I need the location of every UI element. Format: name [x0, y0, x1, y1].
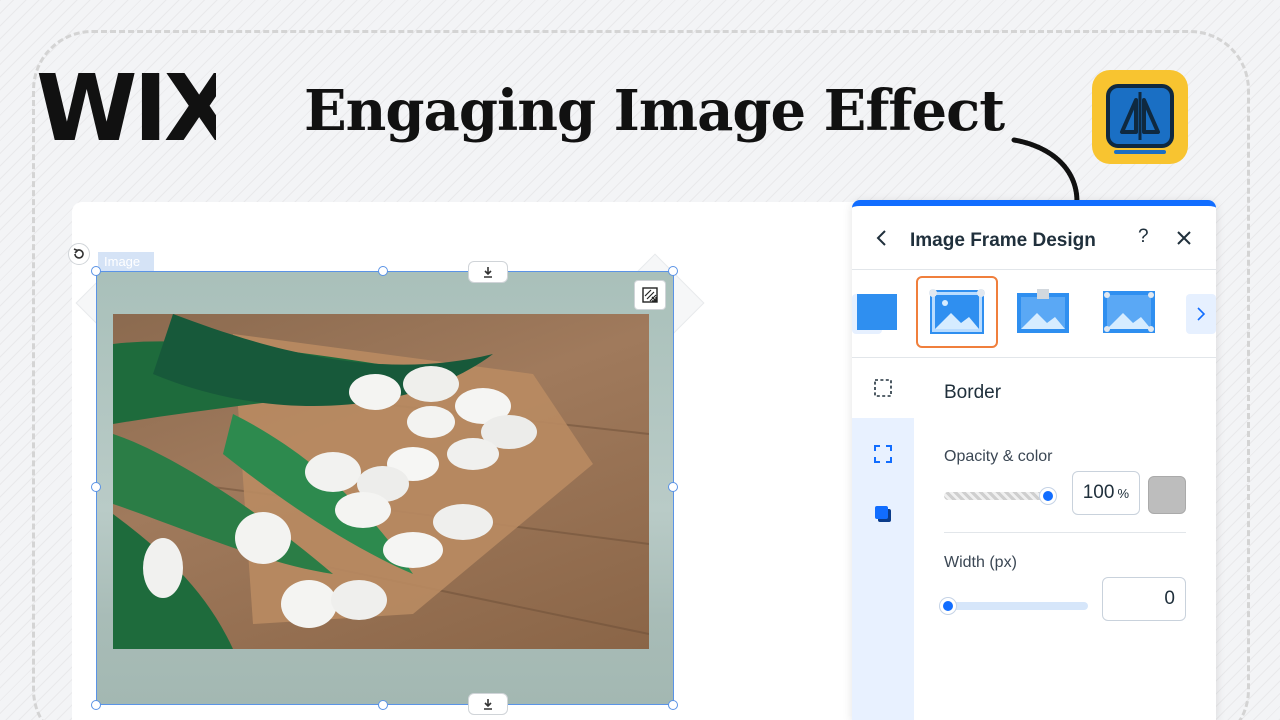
image-placeholder-icon: [857, 294, 897, 330]
rail-item-border-style[interactable]: [852, 358, 914, 418]
shadow-square-icon: [875, 506, 891, 522]
width-label: Width (px): [944, 554, 1017, 571]
download-icon: [484, 699, 492, 710]
border-section-title: Border: [944, 382, 1002, 403]
image-frame-design-panel: Image Frame Design ? Border Opacity & co…: [852, 200, 1216, 720]
crop-icon: [642, 287, 658, 303]
resize-handle-top-right[interactable]: [668, 266, 678, 276]
mirror-split-icon: [1092, 70, 1188, 164]
resize-handle-bottom[interactable]: [378, 700, 388, 710]
width-input[interactable]: 0: [1102, 577, 1186, 621]
opacity-slider[interactable]: [944, 492, 1048, 500]
rotate-icon: [73, 248, 84, 259]
opacity-unit: %: [1117, 485, 1129, 501]
close-icon[interactable]: [1176, 230, 1192, 246]
resize-handle-right[interactable]: [668, 482, 678, 492]
resize-handle-bottom-right[interactable]: [668, 700, 678, 710]
rail-item-shadow[interactable]: [852, 484, 914, 544]
wix-logo: WIX: [36, 55, 238, 162]
back-chevron-icon[interactable]: [874, 228, 890, 248]
download-icon: [484, 267, 492, 278]
chevron-right-icon: [1197, 307, 1206, 321]
opacity-slider-knob[interactable]: [1040, 488, 1056, 504]
width-slider-knob[interactable]: [940, 598, 956, 614]
page-title: Engaging Image Effect: [304, 78, 1005, 144]
tulip-photo[interactable]: [113, 314, 649, 649]
svg-text:WIX: WIX: [36, 62, 216, 146]
corner-frame-icon: [874, 445, 892, 463]
frame-style-carousel: [852, 270, 1216, 358]
resize-handle-top-left[interactable]: [91, 266, 101, 276]
rail-item-border[interactable]: [852, 424, 914, 484]
crop-button[interactable]: [634, 280, 666, 310]
rotate-handle[interactable]: [68, 243, 90, 265]
dashed-square-icon: [874, 379, 892, 397]
element-tag: Image: [98, 252, 154, 272]
section-divider: [944, 532, 1186, 533]
opacity-value: 100: [1082, 482, 1115, 503]
panel-side-rail: [852, 358, 914, 720]
stretch-handle-top[interactable]: [468, 261, 508, 283]
frame-style-thumb[interactable]: [1002, 276, 1084, 348]
carousel-next-button[interactable]: [1186, 294, 1216, 334]
image-placeholder-icon: [929, 289, 985, 334]
border-color-swatch[interactable]: [1148, 476, 1186, 514]
frame-style-thumb-selected[interactable]: [916, 276, 998, 348]
help-icon[interactable]: ?: [1138, 226, 1149, 248]
resize-handle-top[interactable]: [378, 266, 388, 276]
frame-style-thumb[interactable]: [854, 276, 900, 348]
resize-handle-left[interactable]: [91, 482, 101, 492]
resize-handle-bottom-left[interactable]: [91, 700, 101, 710]
image-frame[interactable]: [96, 271, 674, 705]
frame-style-thumb[interactable]: [1088, 276, 1170, 348]
panel-title: Image Frame Design: [910, 230, 1096, 251]
stretch-handle-bottom[interactable]: [468, 693, 508, 715]
opacity-color-label: Opacity & color: [944, 448, 1053, 465]
width-slider[interactable]: [944, 602, 1088, 610]
width-value: 0: [1164, 588, 1175, 609]
panel-header: Image Frame Design ?: [852, 206, 1216, 270]
image-placeholder-icon: [1017, 289, 1069, 333]
image-placeholder-icon: [1103, 291, 1155, 333]
opacity-input[interactable]: 100%: [1072, 471, 1140, 515]
